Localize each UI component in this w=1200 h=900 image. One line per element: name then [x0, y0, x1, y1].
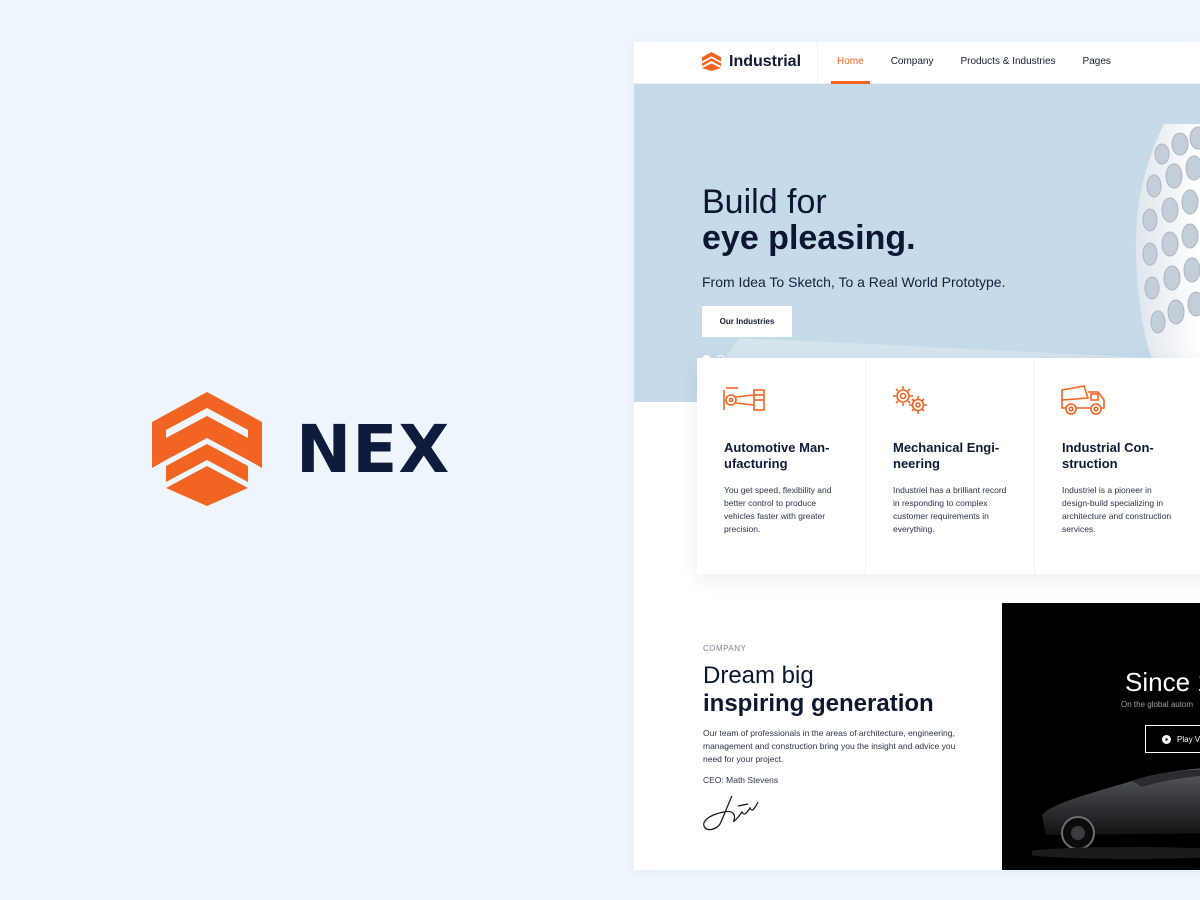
- video-title: Since 1: [1125, 667, 1200, 697]
- video-subtitle: On the global autom: [1121, 700, 1194, 709]
- nav-item-pages[interactable]: Pages: [1077, 42, 1117, 84]
- hero-title-line-1: Build for: [702, 183, 827, 221]
- nav-item-products-industries[interactable]: Products & Industries: [955, 42, 1062, 84]
- site-logo-icon: [702, 52, 721, 71]
- service-description: Industriel has a brilliant record in res…: [893, 485, 1007, 534]
- nav-divider: [817, 42, 818, 84]
- signature-icon: [703, 795, 759, 831]
- gears-icon: [893, 386, 927, 414]
- dump-truck-icon: [1061, 385, 1105, 415]
- play-video-label: Play Vi: [1177, 734, 1200, 744]
- service-description: You get speed, flexibility and better co…: [724, 485, 832, 534]
- brand-logo-icon: [152, 392, 262, 506]
- service-title: Mechanical Engi-neering: [893, 440, 1000, 471]
- service-card-mechanical[interactable]: Mechanical Engi-neering Industriel has a…: [866, 358, 1035, 574]
- car-image: [1032, 768, 1200, 859]
- company-title-line-2: inspiring generation: [703, 690, 934, 717]
- website-preview: Industrial Home Company Products & Indus…: [634, 42, 1200, 870]
- site-logo[interactable]: Industrial: [702, 52, 801, 71]
- video-section: Since 1 On the global autom Play Vi: [1002, 603, 1200, 870]
- ceo-name: CEO: Math Stevens: [703, 775, 779, 785]
- service-description: Industriel is a pioneer in design-build …: [1062, 485, 1172, 534]
- building-image: [1135, 124, 1200, 364]
- services-cards: Automotive Man-ufacturing You get speed,…: [697, 358, 1200, 574]
- hero-subtitle: From Idea To Sketch, To a Real World Pro…: [702, 274, 1006, 290]
- brand-lockup: NEX: [150, 392, 450, 506]
- service-title: Industrial Con-struction: [1062, 440, 1154, 471]
- top-navigation: Industrial Home Company Products & Indus…: [634, 42, 1200, 84]
- nav-item-home[interactable]: Home: [831, 42, 870, 84]
- brand-name: NEX: [296, 410, 451, 488]
- site-logo-text: Industrial: [729, 52, 802, 70]
- service-card-construction[interactable]: Industrial Con-struction Industriel is a…: [1035, 358, 1200, 574]
- our-industries-button[interactable]: Our Industries: [702, 306, 792, 337]
- company-title-line-1: Dream big: [703, 662, 814, 689]
- play-icon: [1162, 734, 1171, 744]
- nav-item-company[interactable]: Company: [885, 42, 940, 84]
- hero-title-line-2: eye pleasing.: [702, 219, 916, 257]
- company-description: Our team of professionals in the areas o…: [703, 728, 956, 764]
- company-eyebrow: COMPANY: [703, 644, 747, 653]
- piston-icon: [723, 387, 765, 411]
- service-title: Automotive Man-ufacturing: [724, 440, 830, 471]
- service-card-automotive[interactable]: Automotive Man-ufacturing You get speed,…: [697, 358, 866, 574]
- nav-menu: Home Company Products & Industries Pages: [831, 42, 1132, 84]
- play-video-button[interactable]: Play Vi: [1145, 725, 1200, 753]
